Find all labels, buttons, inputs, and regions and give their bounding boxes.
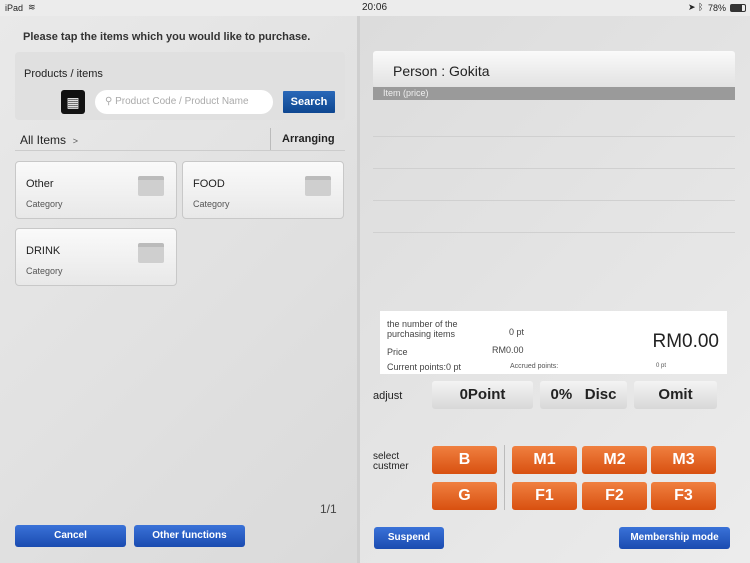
- category-other[interactable]: Other Category: [15, 161, 177, 219]
- divider-line: [15, 150, 345, 151]
- qr-scan-icon[interactable]: ▦: [61, 90, 85, 114]
- row-line: [373, 168, 735, 169]
- separator: [270, 128, 271, 150]
- discount-percent: 0%: [550, 386, 573, 403]
- customer-f1-button[interactable]: F1: [512, 482, 577, 510]
- row-line: [373, 200, 735, 201]
- membership-mode-button[interactable]: Membership mode: [619, 527, 730, 549]
- panel-title: Products / items: [24, 68, 103, 80]
- customer-m1-button[interactable]: M1: [512, 446, 577, 474]
- customer-f2-button[interactable]: F2: [582, 482, 647, 510]
- search-input[interactable]: ⚲ Product Code / Product Name: [95, 90, 273, 114]
- search-icon: ⚲: [105, 96, 116, 107]
- adjust-label: adjust: [373, 390, 403, 402]
- customer-f3-button[interactable]: F3: [651, 482, 716, 510]
- category-name: DRINK: [26, 245, 61, 257]
- discount-button[interactable]: 0% Disc: [540, 381, 627, 409]
- discount-label: Disc: [584, 386, 617, 403]
- customer-m2-button[interactable]: M2: [582, 446, 647, 474]
- search-button[interactable]: Search: [283, 91, 335, 113]
- arranging-button[interactable]: Arranging: [282, 133, 335, 145]
- clock: 20:06: [362, 2, 388, 13]
- folder-icon: [305, 176, 331, 196]
- breadcrumb-all-items[interactable]: All Items: [20, 133, 66, 147]
- breadcrumb[interactable]: All Items >: [20, 133, 78, 147]
- instruction: Please tap the items which you would lik…: [23, 31, 311, 43]
- customer-m3-button[interactable]: M3: [651, 446, 716, 474]
- battery-icon: [730, 4, 746, 12]
- accrued-value: 0 pt: [656, 363, 667, 369]
- point-button[interactable]: 0Point: [432, 381, 533, 409]
- price-value: RM0.00: [492, 345, 524, 355]
- customer-g-button[interactable]: G: [432, 482, 497, 510]
- category-type: Category: [193, 199, 230, 209]
- other-functions-button[interactable]: Other functions: [134, 525, 245, 547]
- cancel-button[interactable]: Cancel: [15, 525, 126, 547]
- category-type: Category: [26, 199, 63, 209]
- row-line: [373, 232, 735, 233]
- search-placeholder: Product Code / Product Name: [115, 96, 249, 107]
- select-customer-label: select custmer: [373, 451, 409, 472]
- folder-icon: [138, 243, 164, 263]
- separator: [504, 445, 505, 510]
- summary-box: the number of the purchasing items 0 pt …: [380, 311, 727, 374]
- status-bar: iPad ≋ 20:06 ➤ ᛒ 78%: [0, 0, 750, 16]
- count-value: 0 pt: [509, 327, 525, 337]
- accrued-label: Accrued points:: [510, 363, 559, 370]
- row-line: [373, 136, 735, 137]
- folder-icon: [138, 176, 164, 196]
- device-label: iPad: [5, 3, 24, 13]
- category-food[interactable]: FOOD Category: [182, 161, 344, 219]
- wifi-icon: ≋: [28, 2, 36, 12]
- column-header: Item (price): [373, 87, 735, 100]
- omit-button[interactable]: Omit: [634, 381, 717, 409]
- category-drink[interactable]: DRINK Category: [15, 228, 177, 286]
- category-type: Category: [26, 266, 63, 276]
- total-amount: RM0.00: [652, 331, 719, 352]
- category-name: Other: [26, 178, 54, 190]
- count-label: the number of the purchasing items: [387, 319, 458, 339]
- category-name: FOOD: [193, 178, 225, 190]
- price-label: Price: [387, 347, 408, 357]
- page-indicator: 1/1: [320, 502, 337, 516]
- person-header: Person : Gokita: [373, 51, 735, 87]
- suspend-button[interactable]: Suspend: [374, 527, 444, 549]
- current-points: Current points:0 pt: [387, 362, 462, 372]
- battery-percent: 78%: [708, 3, 727, 13]
- chevron-right-icon: >: [72, 136, 78, 146]
- bluetooth-icon: ᛒ: [698, 2, 704, 12]
- location-icon: ➤: [688, 2, 696, 12]
- customer-b-button[interactable]: B: [432, 446, 497, 474]
